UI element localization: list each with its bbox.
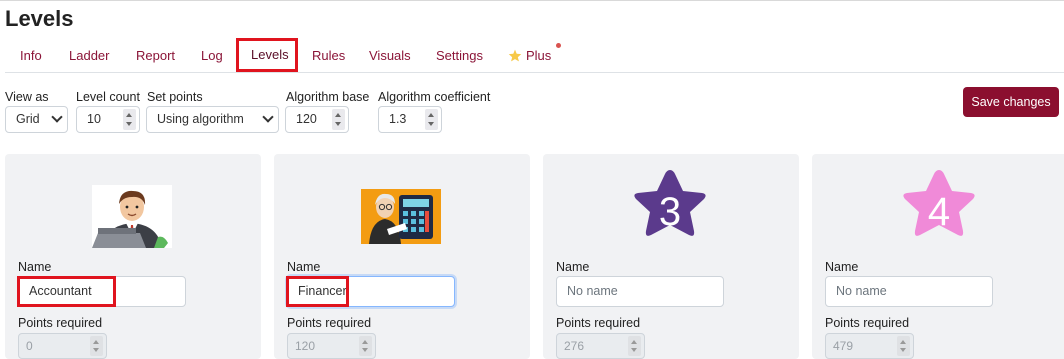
tab-rules[interactable]: Rules [312,41,345,72]
points-required-value: 479 [833,339,854,353]
spinner-arrows-icon[interactable] [425,109,438,130]
points-required-input: 0 [18,333,107,359]
set-points-label: Set points [147,90,203,104]
tab-plus[interactable]: Plus [508,41,551,72]
level-count-value: 10 [87,112,101,126]
level-name-input[interactable]: No name [556,276,724,307]
chevron-down-icon [262,111,274,123]
tab-info[interactable]: Info [20,41,42,72]
points-required-input: 120 [287,333,376,359]
level-card-3: 3 Name No name Points required 276 [543,154,799,359]
points-required-label: Points required [18,316,103,330]
points-required-label: Points required [825,316,910,330]
level-card-4: 4 Name No name Points required 479 [812,154,1064,359]
spinner-arrows-icon [359,336,372,356]
points-required-value: 0 [26,339,33,353]
algorithm-coefficient-value: 1.3 [389,112,407,126]
notification-dot [556,43,561,48]
top-divider [0,0,1064,1]
algorithm-coefficient-input[interactable]: 1.3 [378,106,442,133]
spinner-arrows-icon [897,336,910,356]
name-label: Name [287,260,321,274]
tab-report[interactable]: Report [136,41,175,72]
star-badge-icon: 3 [628,166,712,248]
view-as-value: Grid [16,112,40,126]
algorithm-base-input[interactable]: 120 [285,106,349,133]
points-required-value: 276 [564,339,585,353]
set-points-value: Using algorithm [157,112,244,126]
tab-plus-label: Plus [526,48,552,63]
tab-levels[interactable]: Levels [236,38,298,72]
algorithm-base-label: Algorithm base [286,90,370,104]
points-required-input: 479 [825,333,914,359]
points-required-label: Points required [287,316,372,330]
financer-avatar [361,189,441,244]
level-name-input[interactable]: Financer [287,276,455,307]
spinner-arrows-icon [90,336,103,356]
level-name-input[interactable]: Accountant [18,276,186,307]
level-name-input[interactable]: No name [825,276,993,307]
save-changes-button[interactable]: Save changes [963,87,1059,117]
points-required-input: 276 [556,333,645,359]
spinner-arrows-icon [628,336,641,356]
points-required-value: 120 [295,339,316,353]
chevron-down-icon [51,111,63,123]
level-count-input[interactable]: 10 [76,106,140,133]
name-label: Name [825,260,859,274]
tab-visuals[interactable]: Visuals [369,41,411,72]
spinner-arrows-icon[interactable] [332,109,345,130]
level-card-1: Name Accountant Points required 0 [5,154,261,359]
view-as-select[interactable]: Grid [5,106,68,133]
tab-bar: Info Ladder Report Log Levels Rules Visu… [5,38,1064,73]
name-label: Name [556,260,590,274]
set-points-select[interactable]: Using algorithm [146,106,279,133]
accountant-avatar [92,185,172,248]
spinner-arrows-icon[interactable] [123,109,136,130]
points-required-label: Points required [556,316,641,330]
tab-log[interactable]: Log [201,41,223,72]
tab-ladder[interactable]: Ladder [69,41,109,72]
level-card-2: Name Financer Points required 120 [274,154,530,359]
badge-number: 3 [659,190,681,234]
star-icon [508,41,522,71]
algorithm-base-value: 120 [296,112,317,126]
badge-number: 4 [928,190,950,234]
page-title: Levels [5,6,74,31]
tab-settings[interactable]: Settings [436,41,483,72]
name-label: Name [18,260,52,274]
algorithm-coefficient-label: Algorithm coefficient [378,90,491,104]
level-count-label: Level count [76,90,140,104]
star-badge-icon: 4 [897,166,981,248]
view-as-label: View as [5,90,49,104]
